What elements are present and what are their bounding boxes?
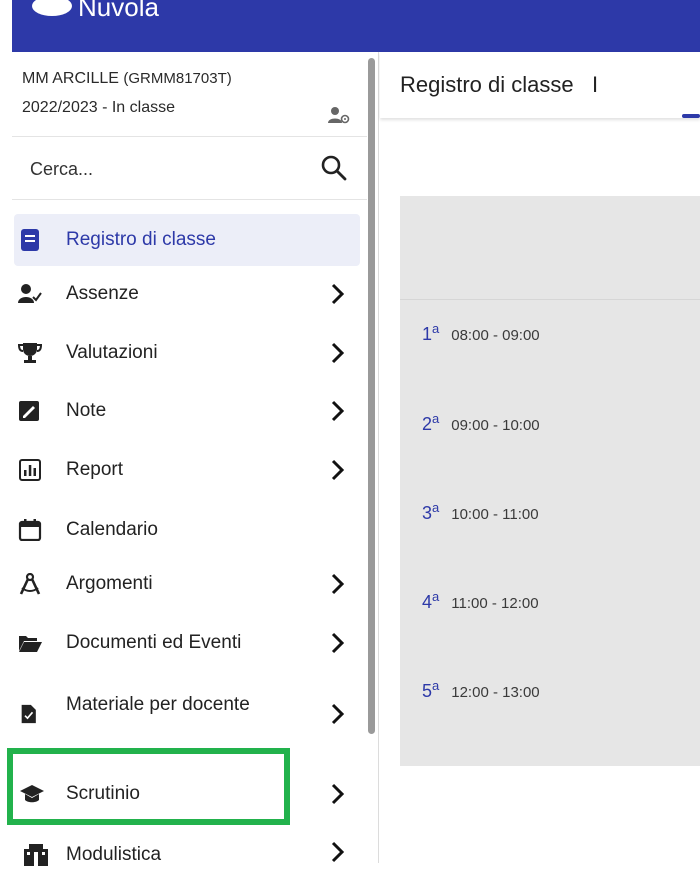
user-settings-icon[interactable] xyxy=(328,106,350,124)
file-check-icon xyxy=(21,704,36,724)
chevron-right-icon xyxy=(331,342,345,364)
cloud-logo-icon xyxy=(32,0,72,16)
chevron-right-icon xyxy=(331,283,345,305)
book-icon xyxy=(21,229,39,251)
divider xyxy=(12,199,367,200)
main-header: Registro di classe I xyxy=(380,52,700,118)
sidebar-item-calendario[interactable]: Calendario xyxy=(14,504,360,556)
sidebar-item-note[interactable]: Note xyxy=(14,385,360,437)
note-icon xyxy=(19,401,39,421)
sidebar-item-label: Calendario xyxy=(66,519,158,540)
chevron-right-icon xyxy=(331,841,345,863)
highlight-frame xyxy=(7,748,290,825)
page-title: Registro di classe I xyxy=(400,72,599,97)
chevron-right-icon xyxy=(331,459,345,481)
lesson-slot[interactable]: 5a 12:00 - 13:00 xyxy=(422,678,540,702)
school-name: MM ARCILLE (GRMM81703T) xyxy=(22,70,232,87)
tab-active-indicator xyxy=(682,114,700,118)
school-code: (GRMM81703T) xyxy=(123,70,232,87)
top-bar: Nuvola xyxy=(12,0,700,52)
chevron-right-icon xyxy=(331,632,345,654)
divider xyxy=(400,299,700,300)
lesson-slot[interactable]: 3a 10:00 - 11:00 xyxy=(422,500,539,524)
search-input[interactable] xyxy=(30,152,290,186)
divider xyxy=(12,136,367,137)
search-icon[interactable] xyxy=(320,154,348,182)
lesson-slot[interactable]: 2a 09:00 - 10:00 xyxy=(422,411,540,435)
calendar-icon xyxy=(18,519,42,541)
chevron-right-icon xyxy=(331,783,345,805)
lesson-slot[interactable]: 4a 11:00 - 12:00 xyxy=(422,589,539,613)
sidebar-item-label: Report xyxy=(66,459,124,480)
sidebar-item-argomenti[interactable]: Argomenti xyxy=(14,558,360,610)
chevron-right-icon xyxy=(331,400,345,422)
brand-name: Nuvola xyxy=(78,0,159,22)
sidebar-item-materiale-per-docente[interactable]: Materiale per docente xyxy=(14,688,360,740)
sidebar-item-assenze[interactable]: Assenze xyxy=(14,268,360,320)
chevron-right-icon xyxy=(331,573,345,595)
title-separator: I xyxy=(591,72,599,97)
chevron-right-icon xyxy=(331,703,345,725)
lesson-slot[interactable]: 1a 08:00 - 09:00 xyxy=(422,321,540,345)
sidebar-item-label: Argomenti xyxy=(66,573,153,594)
sidebar-item-label: Registro di classe xyxy=(66,229,216,250)
sidebar-item-label: Note xyxy=(66,400,107,421)
sidebar-item-label: Materiale per docente xyxy=(66,694,250,715)
sidebar-item-documenti-ed-eventi[interactable]: Documenti ed Eventi xyxy=(14,617,360,669)
folder-open-icon xyxy=(19,636,42,652)
chart-report-icon xyxy=(19,459,41,481)
sidebar-item-registro-di-classe[interactable]: Registro di classe xyxy=(14,214,360,266)
school-year: 2022/2023 - In classe xyxy=(22,99,175,116)
sidebar-item-valutazioni[interactable]: Valutazioni xyxy=(14,327,360,379)
sidebar-item-label: Valutazioni xyxy=(66,342,158,363)
sidebar-item-label: Assenze xyxy=(66,283,139,304)
trophy-icon xyxy=(18,343,42,363)
sidebar-scrollbar[interactable] xyxy=(368,58,375,734)
sidebar-item-report[interactable]: Report xyxy=(14,444,360,496)
user-check-icon xyxy=(18,284,42,303)
compass-icon xyxy=(19,573,41,595)
sidebar-item-label: Documenti ed Eventi xyxy=(66,632,242,653)
sidebar-item-modulistica[interactable]: Modulistica xyxy=(14,826,360,878)
